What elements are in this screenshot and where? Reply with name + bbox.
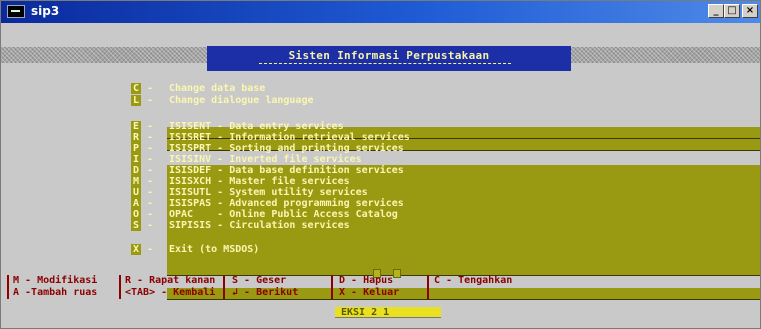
menu-dash: - [147, 198, 154, 209]
menu-label: ISISUTL - System utility services [169, 187, 368, 198]
menu-item-exit[interactable]: X - Exit (to MSDOS) [131, 244, 760, 300]
menu-label: SIPISIS - Circulation services [169, 220, 350, 231]
menu-item-isisutl[interactable]: U - ISISUTL - System utility services [131, 187, 760, 243]
menu-key: X [131, 244, 141, 255]
menu-dash: - [147, 154, 154, 165]
menu-item-change-database[interactable]: C - Change data base [131, 83, 760, 139]
menu-item-isisent[interactable]: E - ISISENT - Data entry services [131, 121, 760, 177]
menu-key: M [131, 176, 141, 187]
menu-label: ISISPAS - Advanced programming services [169, 198, 404, 209]
menu-dash: - [147, 83, 154, 94]
menu-key: C [131, 83, 141, 94]
menu-key: U [131, 187, 141, 198]
menu-item-isisret[interactable]: R - ISISRET - Information retrieval serv… [131, 132, 760, 188]
help-modify-add: M - Modifikasi A -Tambah ruas [13, 275, 98, 298]
help-separator [223, 275, 225, 299]
banner-title: Sisten Informasi Perpustakaan [288, 49, 490, 62]
menu-key: I [131, 154, 141, 165]
menu-item-isispas[interactable]: A - ISISPAS - Advanced programming servi… [131, 198, 760, 254]
menu-label: Exit (to MSDOS) [169, 244, 260, 255]
menu-label: Change data base [169, 83, 266, 94]
help-separator [119, 275, 121, 299]
help-separator [331, 275, 333, 299]
menu-dash: - [147, 209, 154, 220]
menu-key: A [131, 198, 141, 209]
menu-dash: - [147, 176, 154, 187]
menu-key: D [131, 165, 141, 176]
help-separator [427, 275, 429, 299]
console-area: Sisten Informasi Perpustakaan C - Change… [1, 23, 760, 328]
menu-item-isisdef[interactable]: D - ISISDEF - Data base definition servi… [131, 165, 760, 221]
menu-label: ISISXCH - Master file services [169, 176, 350, 187]
app-window: sip3 _ □ × Sisten Informasi Perpustakaan… [0, 0, 761, 329]
help-shift-next: S - Geser ↲ - Berikut [232, 275, 299, 298]
menu-item-change-language[interactable]: L - Change dialogue language [131, 95, 760, 151]
menu-label: ISISINV - Inverted file services [169, 154, 362, 165]
title-bar[interactable]: sip3 _ □ × [1, 1, 760, 23]
menu-dash: - [147, 143, 154, 154]
menu-key: S [131, 220, 141, 231]
maximize-button[interactable]: □ [724, 4, 740, 18]
menu-label: OPAC - Online Public Access Catalog [169, 209, 398, 220]
menu-key: R [131, 132, 141, 143]
menu-item-isisinv[interactable]: I - ISISINV - Inverted file services [131, 154, 760, 210]
menu-item-isisxch[interactable]: M - ISISXCH - Master file services [131, 176, 760, 232]
menu-label: ISISPRT - Sorting and printing services [169, 143, 404, 154]
menu-item-opac[interactable]: O - OPAC - Online Public Access Catalog [131, 209, 760, 265]
menu-item-isisprt[interactable]: P - ISISPRT - Sorting and printing servi… [131, 143, 760, 199]
close-button[interactable]: × [742, 4, 758, 18]
banner-underline [259, 63, 511, 64]
console-app-icon[interactable] [7, 5, 25, 18]
menu-dash: - [147, 165, 154, 176]
menu-key: L [131, 95, 141, 106]
menu-dash: - [147, 95, 154, 106]
menu-label: ISISDEF - Data base definition services [169, 165, 404, 176]
menu-dash: - [147, 121, 154, 132]
menu-key: E [131, 121, 141, 132]
menu-key: O [131, 209, 141, 220]
help-separator [7, 275, 9, 299]
menu-label: Change dialogue language [169, 95, 314, 106]
help-delete-exit: D - Hapus X - Keluar [339, 275, 400, 298]
status-text: EKSI 2 1 [341, 307, 390, 318]
menu-label: ISISENT - Data entry services [169, 121, 344, 132]
status-bar: EKSI 2 1 [335, 307, 441, 318]
menu-item-sipisis[interactable]: S - SIPISIS - Circulation services [131, 220, 760, 276]
menu-key: P [131, 143, 141, 154]
menu-label: ISISRET - Information retrieval services [169, 132, 410, 143]
banner-box: Sisten Informasi Perpustakaan [207, 46, 571, 71]
help-align-back: R - Rapat kanan <TAB> - Kembali [125, 275, 216, 298]
menu-dash: - [147, 132, 154, 143]
help-center: C - Tengahkan [434, 275, 513, 286]
menu-dash: - [147, 244, 154, 255]
minimize-button[interactable]: _ [708, 4, 724, 18]
menu-dash: - [147, 187, 154, 198]
window-title: sip3 [31, 4, 60, 18]
menu-dash: - [147, 220, 154, 231]
